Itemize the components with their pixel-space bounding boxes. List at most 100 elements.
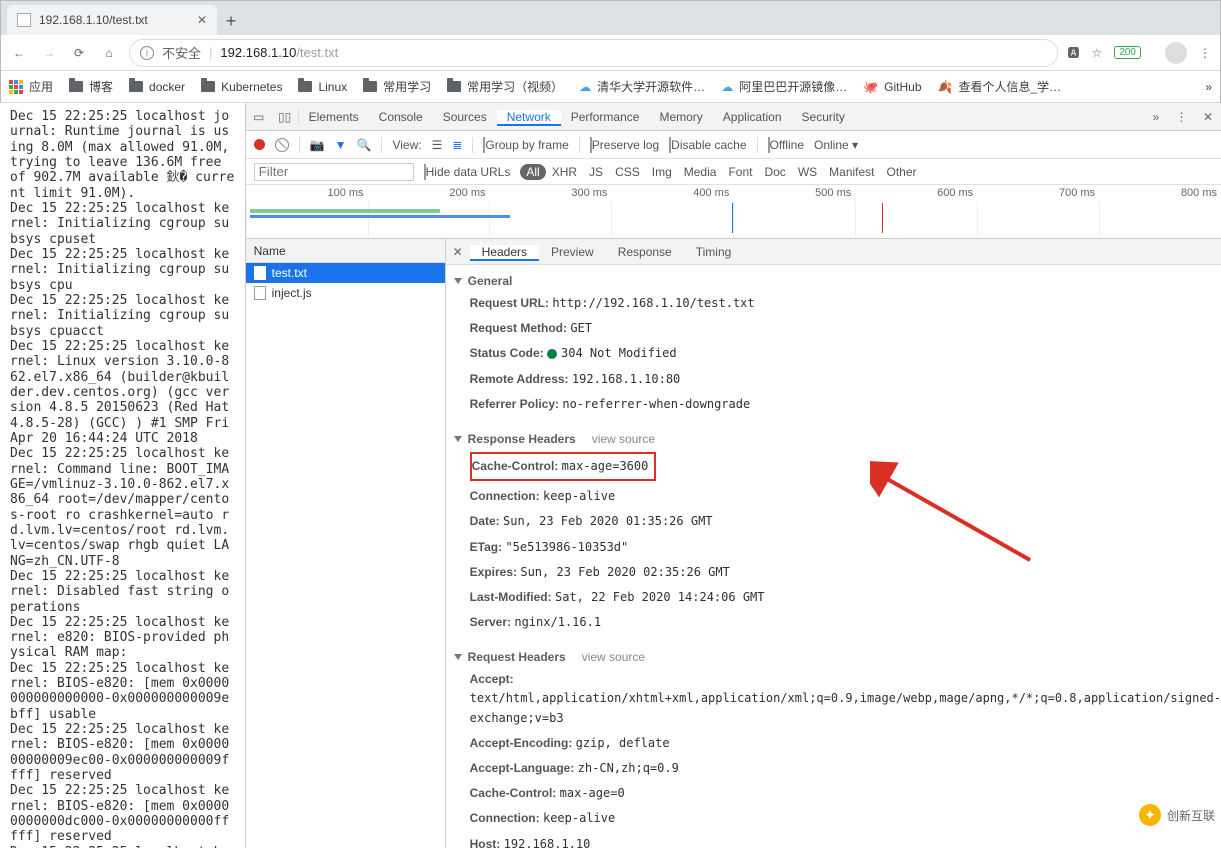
header-row: Expires: Sun, 23 Feb 2020 02:35:26 GMT [454,560,1221,585]
bookmark-item[interactable]: 🍂查看个人信息_学… [938,78,1062,95]
bookmark-star-icon[interactable]: ☆ [1092,46,1103,60]
search-icon[interactable]: 🔍 [356,138,371,152]
filter-pill-img[interactable]: Img [646,164,678,180]
request-row[interactable]: inject.js [246,283,445,303]
bookmark-item[interactable]: 博客 [69,78,113,95]
request-name: inject.js [272,286,312,300]
address-bar[interactable]: i 不安全 | 192.168.1.10/test.txt [129,39,1058,67]
highlight-box: Cache-Control: max-age=3600 [470,452,657,481]
reload-button[interactable]: ⟳ [69,43,89,63]
devtools-menu-icon[interactable]: ⋮ [1169,110,1195,124]
filter-pill-all[interactable]: All [520,164,545,180]
site-info-icon[interactable]: i [140,46,154,60]
filter-pill-css[interactable]: CSS [609,164,646,180]
detail-tab-timing[interactable]: Timing [684,245,744,259]
page-content[interactable]: Dec 15 22:25:25 localhost journal: Runti… [0,103,245,848]
filter-pill-manifest[interactable]: Manifest [823,164,880,180]
view-small-icon[interactable]: ≣ [452,138,462,152]
bookmark-item[interactable]: Linux [298,80,347,94]
group-by-frame[interactable]: Group by frame [483,138,568,152]
detail-tab-preview[interactable]: Preview [539,245,606,259]
filter-input[interactable] [254,163,414,181]
translate-icon[interactable]: 🅰 [1068,44,1080,61]
url-path: /test.txt [296,45,338,60]
bookmark-item[interactable]: ☁清华大学开源软件… [579,78,705,95]
details-close-icon[interactable]: ✕ [446,245,470,259]
folder-icon [69,81,83,92]
view-large-icon[interactable]: ☰ [432,138,443,152]
bookmarks-overflow-icon[interactable]: » [1205,80,1212,94]
new-tab-button[interactable]: + [217,7,245,35]
browser-chrome: 192.168.1.10/test.txt ✕ + ← → ⟳ ⌂ i 不安全 … [0,0,1221,103]
devtools-tab-sources[interactable]: Sources [433,110,497,124]
filter-pill-xhr[interactable]: XHR [546,164,583,180]
clear-button[interactable] [275,138,289,152]
devtools-tab-memory[interactable]: Memory [649,110,712,124]
header-row: Date: Sun, 23 Feb 2020 01:35:26 GMT [454,509,1221,534]
detail-tab-response[interactable]: Response [606,245,684,259]
record-button[interactable] [254,139,265,150]
bookmark-item[interactable]: 应用 [9,78,53,95]
bookmark-item[interactable]: 常用学习 [363,78,431,95]
device-icon[interactable]: ▯▯ [272,110,298,124]
view-source-link[interactable]: view source [592,432,655,446]
filter-pill-js[interactable]: JS [583,164,609,180]
header-key: Request Method: [470,321,567,335]
view-source-link[interactable]: view source [582,650,645,664]
timeline-label: 200 ms [368,187,490,199]
status-dot-icon [547,349,557,359]
devtools-close-icon[interactable]: ✕ [1195,110,1221,124]
request-details: ✕ HeadersPreviewResponseTiming General R… [446,239,1221,848]
filter-pill-ws[interactable]: WS [792,164,823,180]
bookmark-item[interactable]: Kubernetes [201,80,282,94]
home-button[interactable]: ⌂ [99,43,119,63]
header-key: Connection: [470,489,540,503]
detail-tab-headers[interactable]: Headers [470,245,539,261]
offline[interactable]: Offline [768,138,804,152]
bookmark-item[interactable]: ☁阿里巴巴开源镜像… [721,78,847,95]
filter-icon[interactable]: ▼ [335,138,347,152]
header-value: Sun, 23 Feb 2020 01:35:26 GMT [503,514,713,528]
timeline-label: 400 ms [611,187,733,199]
menu-icon[interactable]: ⋮ [1199,46,1212,60]
filter-pill-doc[interactable]: Doc [758,164,791,180]
bookmark-label: 常用学习 [383,78,431,95]
close-icon[interactable]: ✕ [197,13,207,27]
hide-data-urls[interactable]: Hide data URLs [424,165,511,179]
devtools-tab-network[interactable]: Network [497,110,561,126]
filter-pill-media[interactable]: Media [678,164,723,180]
section-request-headers: Request Headersview source Accept: text/… [446,641,1221,848]
inspect-icon[interactable]: ▭ [246,110,272,124]
forward-button[interactable]: → [39,43,59,63]
response-headers-toggle[interactable]: Response Headersview source [454,429,1221,449]
profile-icon[interactable] [1165,42,1187,64]
disable-cache[interactable]: Disable cache [669,138,746,152]
online-select[interactable]: Online ▾ [814,138,858,152]
file-icon [254,286,266,300]
devtools-tabs: ▭ ▯▯ ElementsConsoleSourcesNetworkPerfor… [246,103,1221,131]
cloud-icon: ☁ [579,80,591,94]
more-tabs-icon[interactable]: » [1143,110,1169,124]
timeline[interactable]: 100 ms200 ms300 ms400 ms500 ms600 ms700 … [246,185,1221,239]
filter-pill-font[interactable]: Font [722,164,758,180]
filter-pill-other[interactable]: Other [881,164,923,180]
request-headers-toggle[interactable]: Request Headersview source [454,647,1221,667]
bookmark-item[interactable]: docker [129,80,185,94]
devtools-tab-application[interactable]: Application [713,110,792,124]
bookmark-label: 查看个人信息_学… [958,78,1061,95]
devtools-tab-security[interactable]: Security [792,110,855,124]
devtools-tab-console[interactable]: Console [369,110,433,124]
request-row[interactable]: test.txt [246,263,445,283]
bookmark-item[interactable]: 常用学习（视频） [447,78,563,95]
devtools-tab-performance[interactable]: Performance [561,110,650,124]
browser-tab[interactable]: 192.168.1.10/test.txt ✕ [7,5,217,35]
general-toggle[interactable]: General [454,271,1221,291]
devtools-tab-elements[interactable]: Elements [299,110,369,124]
preserve-log[interactable]: Preserve log [590,138,659,152]
header-key: Server: [470,615,511,629]
header-row: Cache-Control: max-age=3600 [454,449,1221,484]
header-key: Status Code: [470,346,544,360]
back-button[interactable]: ← [9,43,29,63]
bookmark-item[interactable]: 🐙GitHub [863,80,921,94]
camera-icon[interactable]: 📷 [310,138,325,152]
